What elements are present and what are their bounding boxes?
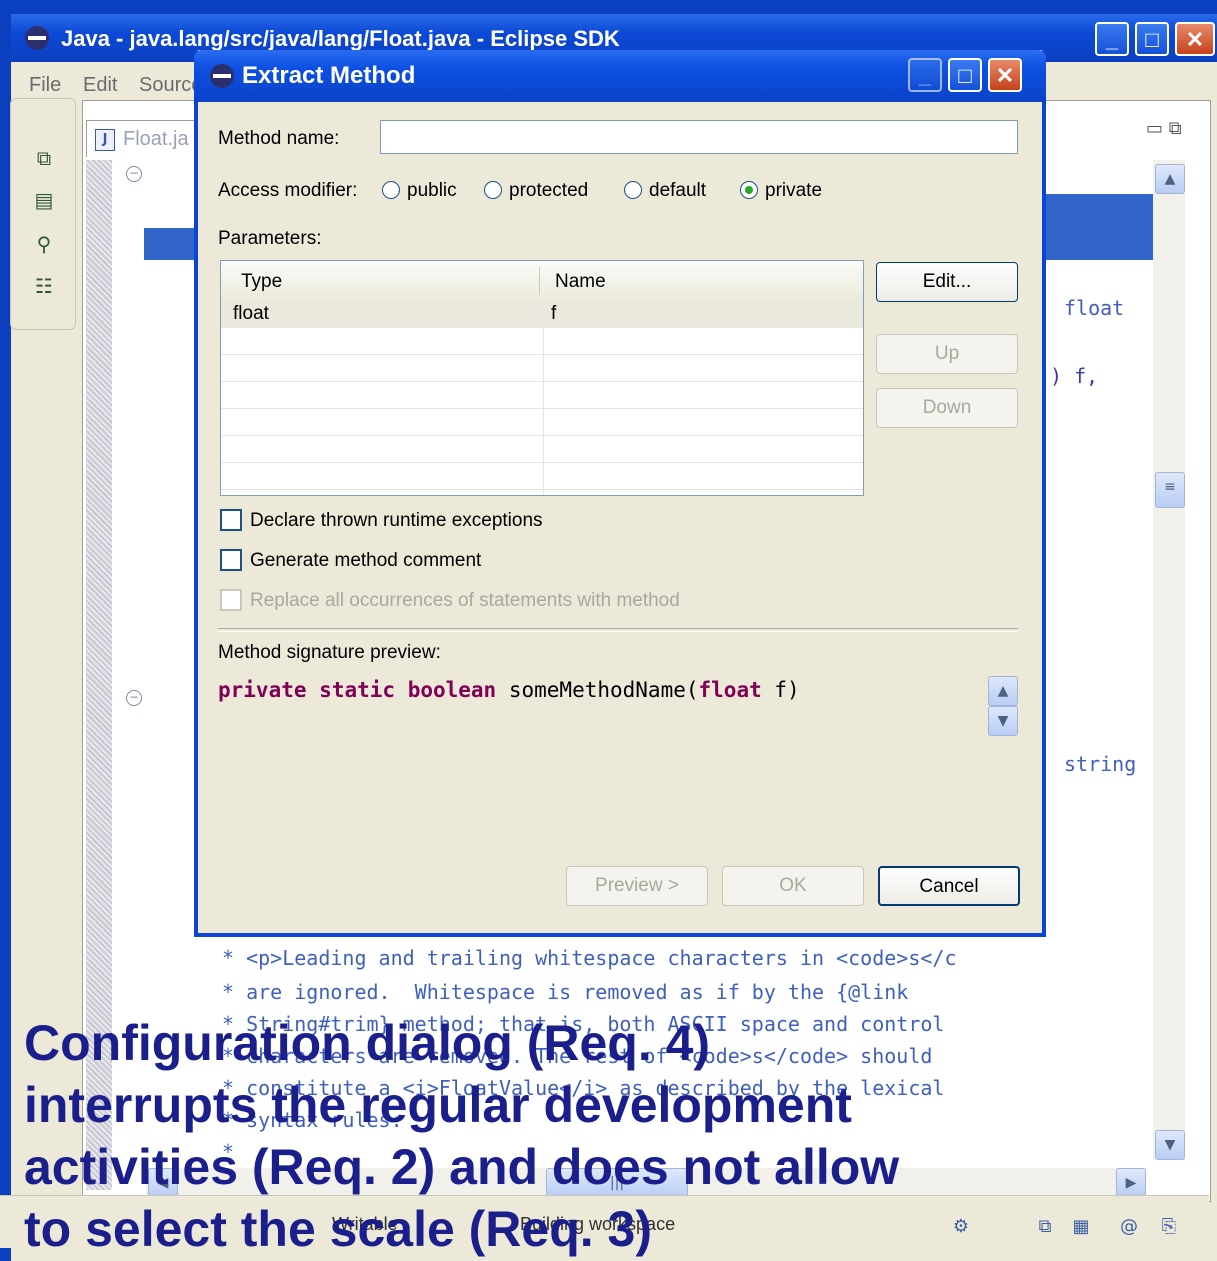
- code-fragment: ) f,: [1050, 364, 1099, 388]
- dialog-titlebar: Extract Method _ □ ✕: [194, 50, 1046, 102]
- radio-protected[interactable]: [484, 181, 502, 199]
- maximize-button[interactable]: □: [1135, 22, 1169, 56]
- table-row: [221, 409, 863, 436]
- table-row: [221, 382, 863, 409]
- radio-public-label[interactable]: public: [407, 180, 457, 202]
- column-header-type[interactable]: Type: [241, 271, 282, 293]
- radio-protected-label[interactable]: protected: [509, 180, 588, 202]
- declare-exceptions-label[interactable]: Declare thrown runtime exceptions: [250, 510, 543, 532]
- caption-line: activities (Req. 2) and does not allow: [24, 1139, 900, 1195]
- preview-button[interactable]: Preview >: [566, 866, 708, 906]
- selection-highlight: [1044, 194, 1154, 228]
- outline-icon[interactable]: ☷: [33, 275, 55, 297]
- preview-scroll-down-icon[interactable]: ▼: [988, 706, 1018, 736]
- caption-line: Configuration dialog (Req. 4): [24, 1015, 711, 1071]
- caption-line: interrupts the regular development: [24, 1077, 852, 1133]
- close-button[interactable]: ✕: [1175, 22, 1215, 56]
- radio-private[interactable]: [740, 181, 758, 199]
- table-row: [221, 463, 863, 490]
- eclipse-icon: [210, 64, 234, 88]
- parameters-label: Parameters:: [218, 228, 322, 249]
- ok-button[interactable]: OK: [722, 866, 864, 906]
- window-title: Java - java.lang/src/java/lang/Float.jav…: [61, 26, 620, 51]
- table-row: [221, 328, 863, 355]
- param-name: f: [551, 303, 557, 324]
- package-explorer-icon[interactable]: ▤: [33, 189, 55, 211]
- menu-source[interactable]: Source: [139, 74, 202, 97]
- column-divider: [543, 301, 544, 495]
- signature-param-type: float: [698, 678, 762, 702]
- table-row[interactable]: float f: [221, 301, 863, 328]
- dialog-maximize-button[interactable]: □: [948, 58, 982, 92]
- javadoc-line: * <p>Leading and trailing whitespace cha…: [222, 946, 957, 970]
- fold-icon[interactable]: −: [126, 690, 142, 706]
- signature-method-name: someMethodName(: [508, 678, 699, 702]
- up-button[interactable]: Up: [876, 334, 1018, 374]
- param-type: float: [233, 303, 269, 324]
- vertical-scrollbar[interactable]: ▲ ≡ ▼: [1153, 160, 1185, 1160]
- javadoc-line: * are ignored. Whitespace is removed as …: [222, 980, 909, 1004]
- edit-button[interactable]: Edit...: [876, 262, 1018, 302]
- generate-comment-label[interactable]: Generate method comment: [250, 550, 481, 572]
- menu-edit[interactable]: Edit: [83, 74, 117, 97]
- declare-exceptions-checkbox[interactable]: [220, 509, 242, 531]
- column-header-name[interactable]: Name: [555, 271, 606, 293]
- signature-keyword: static: [319, 678, 396, 702]
- radio-public[interactable]: [382, 181, 400, 199]
- menu-file[interactable]: File: [29, 74, 61, 97]
- java-file-icon: J: [95, 129, 115, 151]
- restore-view-icon[interactable]: ⧉: [33, 147, 55, 169]
- radio-default[interactable]: [624, 181, 642, 199]
- generate-comment-checkbox[interactable]: [220, 549, 242, 571]
- minimize-view-icon[interactable]: ▭ ⧉: [1146, 118, 1182, 139]
- caption-line: to select the scale (Req. 3): [24, 1201, 653, 1257]
- code-fragment: string: [1064, 752, 1137, 776]
- signature-keyword: private: [218, 678, 307, 702]
- signature-preview: private static boolean someMethodName(fl…: [218, 678, 800, 702]
- cancel-button[interactable]: Cancel: [878, 866, 1020, 906]
- down-button[interactable]: Down: [876, 388, 1018, 428]
- parameters-table[interactable]: Type Name float f: [220, 260, 864, 496]
- dialog-title: Extract Method: [242, 62, 416, 89]
- method-name-input[interactable]: [380, 120, 1018, 154]
- fold-icon[interactable]: −: [126, 166, 142, 182]
- scroll-thumb[interactable]: ≡: [1155, 472, 1185, 508]
- replace-occurrences-checkbox[interactable]: [220, 589, 242, 611]
- radio-private-label[interactable]: private: [765, 180, 822, 202]
- signature-keyword: boolean: [407, 678, 497, 702]
- code-fragment: float: [1064, 296, 1125, 320]
- table-row: [221, 436, 863, 463]
- dialog-close-button[interactable]: ✕: [988, 58, 1022, 92]
- hierarchy-icon[interactable]: ⚲: [33, 233, 55, 255]
- table-header: Type Name: [221, 261, 863, 303]
- replace-occurrences-label[interactable]: Replace all occurrences of statements wi…: [250, 590, 680, 612]
- method-name-label: Method name:: [218, 128, 340, 149]
- signature-rest: f): [761, 678, 800, 702]
- signature-preview-label: Method signature preview:: [218, 642, 441, 663]
- minimize-button[interactable]: _: [1095, 22, 1129, 56]
- editor-tab-label: Float.ja: [123, 128, 189, 150]
- left-toolbar: ⧉ ▤ ⚲ ☷: [10, 98, 76, 330]
- scroll-up-icon[interactable]: ▲: [1155, 164, 1185, 194]
- eclipse-icon: [25, 26, 49, 50]
- table-row: [221, 355, 863, 382]
- access-modifier-label: Access modifier:: [218, 180, 358, 201]
- separator: [218, 628, 1018, 632]
- dialog-minimize-button: _: [908, 58, 942, 92]
- radio-default-label[interactable]: default: [649, 180, 706, 202]
- preview-scroll-up-icon[interactable]: ▲: [988, 676, 1018, 706]
- slide-caption: Configuration dialog (Req. 4) interrupts…: [24, 1012, 1214, 1260]
